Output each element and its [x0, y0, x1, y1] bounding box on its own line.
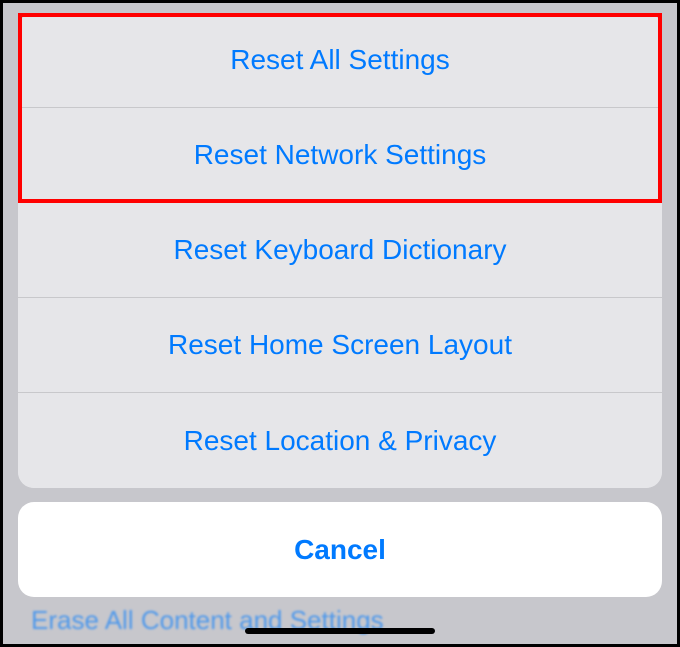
option-label: Reset Home Screen Layout	[168, 329, 512, 361]
reset-keyboard-dictionary-option[interactable]: Reset Keyboard Dictionary	[18, 203, 662, 298]
option-label: Reset Location & Privacy	[184, 425, 497, 457]
reset-options-group: Reset All Settings Reset Network Setting…	[18, 13, 662, 488]
reset-all-settings-option[interactable]: Reset All Settings	[18, 13, 662, 108]
option-label: Reset Keyboard Dictionary	[173, 234, 506, 266]
option-label: Reset Network Settings	[194, 139, 487, 171]
option-label: Reset All Settings	[230, 44, 449, 76]
cancel-label: Cancel	[294, 534, 386, 566]
reset-network-settings-option[interactable]: Reset Network Settings	[18, 108, 662, 203]
home-indicator[interactable]	[245, 628, 435, 634]
action-sheet: Reset All Settings Reset Network Setting…	[18, 13, 662, 597]
reset-location-privacy-option[interactable]: Reset Location & Privacy	[18, 393, 662, 488]
cancel-button[interactable]: Cancel	[18, 502, 662, 597]
reset-home-screen-layout-option[interactable]: Reset Home Screen Layout	[18, 298, 662, 393]
